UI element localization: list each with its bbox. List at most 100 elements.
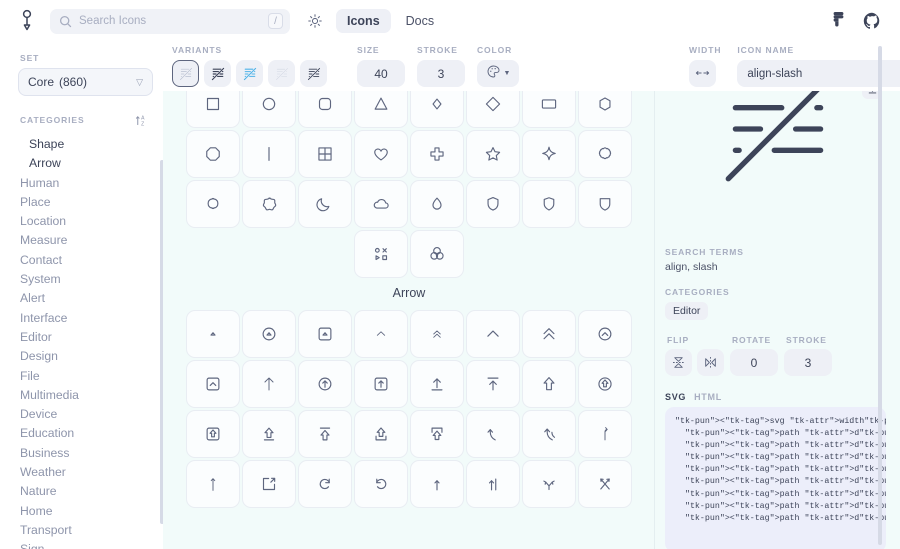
sidebar-item-place[interactable]: Place — [20, 193, 163, 212]
icon-cell-chevron-up-square[interactable] — [186, 360, 240, 408]
sidebar-item-weather[interactable]: Weather — [20, 463, 163, 482]
icon-cell-octagon[interactable] — [186, 130, 240, 178]
variant-button-duotone[interactable] — [236, 60, 263, 87]
icon-cell-heart[interactable] — [354, 130, 408, 178]
main-scrollbar[interactable] — [878, 46, 882, 545]
variant-button-solid[interactable] — [204, 60, 231, 87]
icon-cell-chevrons-up-thin[interactable] — [410, 310, 464, 358]
icon-cell-arrow-fat-up-from-line[interactable] — [242, 410, 296, 458]
icon-cell-shield-pointed[interactable] — [522, 180, 576, 228]
icon-cell-caret-up-circle[interactable] — [242, 310, 296, 358]
icon-cell-venn-diagram[interactable] — [410, 230, 464, 278]
sidebar-item-home[interactable]: Home — [20, 502, 163, 521]
sidebar-item-sign[interactable]: Sign — [20, 540, 163, 549]
icon-cell-chevron-up[interactable] — [466, 310, 520, 358]
sidebar-item-interface[interactable]: Interface — [20, 309, 163, 328]
sidebar-item-system[interactable]: System — [20, 270, 163, 289]
icon-cell-shield-flat[interactable] — [578, 180, 632, 228]
color-picker-button[interactable]: ▼ — [477, 60, 519, 87]
sidebar-item-multimedia[interactable]: Multimedia — [20, 386, 163, 405]
sidebar-item-shape[interactable]: Shape — [20, 135, 163, 154]
icon-cell-arrow-up-circle[interactable] — [298, 360, 352, 408]
icon-cell-caret-up-square[interactable] — [298, 310, 352, 358]
sidebar-item-human[interactable]: Human — [20, 174, 163, 193]
icon-cell-arrow-fat-up[interactable] — [522, 360, 576, 408]
icon-cell-arrow-up-thin[interactable] — [242, 360, 296, 408]
flip-horizontal-icon[interactable] — [697, 349, 724, 376]
sidebar-item-file[interactable]: File — [20, 367, 163, 386]
icon-cell-moon[interactable] — [298, 180, 352, 228]
tab-html[interactable]: HTML — [694, 392, 722, 402]
tab-svg[interactable]: SVG — [665, 392, 686, 402]
icon-cell-arrow-cross[interactable] — [578, 460, 632, 508]
tab-docs[interactable]: Docs — [395, 9, 445, 33]
code-snippet[interactable]: "tk-pun"><"tk-tag">svg "tk-attr">width"t… — [665, 407, 886, 549]
width-button[interactable] — [689, 60, 716, 87]
icon-cell-blob[interactable] — [242, 180, 296, 228]
sidebar-item-location[interactable]: Location — [20, 212, 163, 231]
tab-icons[interactable]: Icons — [336, 9, 391, 33]
icon-cell-arrow-fat-up-square[interactable] — [186, 410, 240, 458]
stroke-value[interactable]: 3 — [417, 60, 465, 87]
icon-cell-chevrons-up[interactable] — [522, 310, 576, 358]
variant-button-light[interactable] — [268, 60, 295, 87]
icon-cell-arrow-rotate-ccw[interactable] — [354, 460, 408, 508]
sun-icon[interactable] — [304, 10, 326, 32]
icon-cell-arrow-fat-up-import[interactable] — [410, 410, 464, 458]
icon-cell-arrow-up-from-line[interactable] — [410, 360, 464, 408]
icon-cell-cloud[interactable] — [354, 180, 408, 228]
icon-cell-arrow-up-bar[interactable] — [466, 460, 520, 508]
icon-cell-chevron-up-circle[interactable] — [578, 310, 632, 358]
icon-cell-flower[interactable] — [578, 130, 632, 178]
icon-cell-arrow-up-right-box[interactable] — [242, 460, 296, 508]
variant-button-line[interactable] — [172, 60, 199, 87]
icon-cell-chevron-up-thin[interactable] — [354, 310, 408, 358]
icon-cell-shapes[interactable] — [354, 230, 408, 278]
icon-cell-arrow-up-long[interactable] — [186, 460, 240, 508]
icon-cell-arrow-up-to-line[interactable] — [466, 360, 520, 408]
icon-cell-arrow-rotate-cw[interactable] — [298, 460, 352, 508]
set-select[interactable]: Core (860) ▽ — [18, 68, 153, 96]
sidebar-item-transport[interactable]: Transport — [20, 521, 163, 540]
sidebar-item-business[interactable]: Business — [20, 444, 163, 463]
search-input[interactable] — [79, 8, 268, 34]
flip-vertical-icon[interactable] — [665, 349, 692, 376]
icon-cell-arrow-fat-up-export[interactable] — [354, 410, 408, 458]
icon-cell-arrow-bend-up[interactable] — [466, 410, 520, 458]
sidebar-item-measure[interactable]: Measure — [20, 231, 163, 250]
sidebar-item-contact[interactable]: Contact — [20, 251, 163, 270]
icon-cell-gear-shape[interactable] — [186, 180, 240, 228]
icon-cell-sparkle[interactable] — [522, 130, 576, 178]
icon-cell-star[interactable] — [466, 130, 520, 178]
sidebar-item-editor[interactable]: Editor — [20, 328, 163, 347]
icon-cell-shield[interactable] — [466, 180, 520, 228]
icon-cell-arrow-bend-double-up[interactable] — [522, 410, 576, 458]
icon-cell-arrow-fat-up-to-line[interactable] — [298, 410, 352, 458]
icon-cell-caret-up-small[interactable] — [186, 310, 240, 358]
icon-cell-arrow-split[interactable] — [522, 460, 576, 508]
size-value[interactable]: 40 — [357, 60, 405, 87]
search-box[interactable]: / — [50, 8, 290, 34]
category-chip-editor[interactable]: Editor — [665, 302, 709, 320]
github-icon[interactable] — [862, 11, 882, 31]
sort-alpha-asc-icon[interactable]: A Z — [133, 112, 149, 128]
sidebar-item-design[interactable]: Design — [20, 347, 163, 366]
icon-cell-arrow-elbow-up[interactable] — [578, 410, 632, 458]
icon-cell-cross[interactable] — [410, 130, 464, 178]
icon-name-box[interactable] — [737, 60, 900, 87]
sidebar-item-education[interactable]: Education — [20, 424, 163, 443]
rotate-value[interactable]: 0 — [730, 349, 778, 376]
icon-cell-grid-four[interactable] — [298, 130, 352, 178]
sidebar-item-alert[interactable]: Alert — [20, 289, 163, 308]
sidebar-item-nature[interactable]: Nature — [20, 482, 163, 501]
sidebar-item-device[interactable]: Device — [20, 405, 163, 424]
icon-cell-arrow-up-square[interactable] — [354, 360, 408, 408]
pin-logo-icon[interactable] — [14, 9, 40, 33]
figma-icon[interactable] — [828, 11, 848, 31]
icon-cell-arrow-fat-up-circle[interactable] — [578, 360, 632, 408]
icon-cell-drop[interactable] — [410, 180, 464, 228]
variant-button-bold[interactable] — [300, 60, 327, 87]
icon-cell-arrow-up-narrow[interactable] — [410, 460, 464, 508]
icon-cell-line-vertical[interactable] — [242, 130, 296, 178]
sidebar-item-arrow[interactable]: Arrow — [20, 154, 163, 173]
